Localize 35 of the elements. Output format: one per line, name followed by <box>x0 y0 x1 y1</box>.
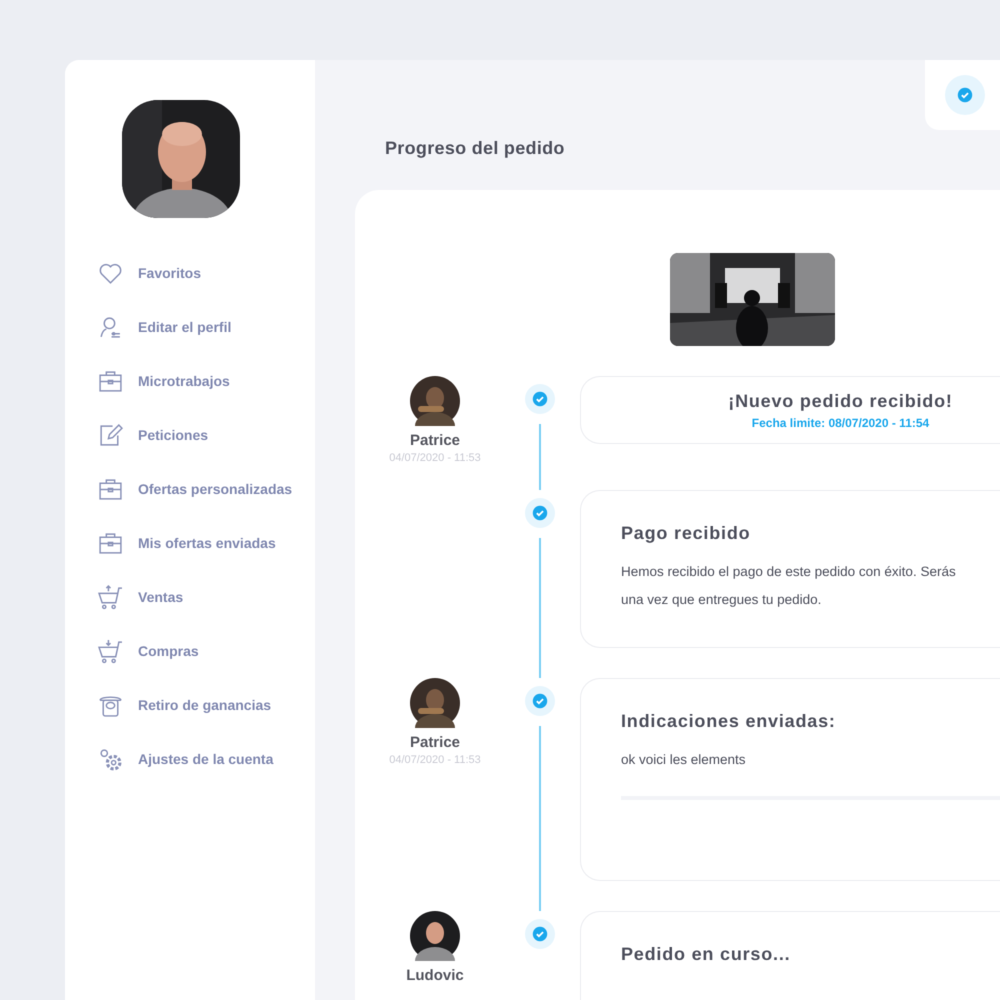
edit-icon <box>98 422 123 448</box>
message-text: Hemos recibido el pago de este pedido con éxito. Serás <box>621 563 957 581</box>
gears-icon <box>98 746 123 772</box>
check-icon <box>525 498 555 528</box>
menu-item[interactable]: Compras <box>98 624 292 678</box>
menu-item[interactable]: Peticiones <box>98 408 292 462</box>
cart-icon <box>98 584 123 610</box>
event-title: Pedido en curso... <box>621 944 792 965</box>
page-title: Progreso del pedido <box>385 138 566 160</box>
menu-item[interactable]: Editar el perfil <box>98 300 292 354</box>
menu-item[interactable]: Mis ofertas enviadas <box>98 516 292 570</box>
check-icon <box>525 919 555 949</box>
author-name: Patrice <box>410 734 460 751</box>
menu-item[interactable]: Retiro de ganancias <box>98 678 292 732</box>
event-title: ¡Nuevo pedido recibido! <box>728 390 953 412</box>
check-icon <box>525 384 555 414</box>
menu-item[interactable]: Ventas <box>98 570 292 624</box>
deadline-text: Fecha limite: 08/07/2020 - 11:54 <box>752 416 930 430</box>
briefcase-icon <box>98 368 123 394</box>
message-text: ok voici les elements <box>621 751 747 769</box>
event-title: Indicaciones enviadas: <box>621 711 837 732</box>
user-icon <box>98 314 123 340</box>
menu-item[interactable]: Ofertas personalizadas <box>98 462 292 516</box>
briefcase-icon <box>98 530 123 556</box>
event-title: Pago recibido <box>621 523 752 544</box>
briefcase-icon <box>98 476 123 502</box>
author-name: Ludovic <box>406 967 464 984</box>
menu-item[interactable]: Favoritos <box>98 246 292 300</box>
message-text: una vez que entregues tu pedido. <box>621 591 822 609</box>
menu-item[interactable]: Microtrabajos <box>98 354 292 408</box>
check-icon <box>945 75 985 115</box>
check-icon <box>525 686 555 716</box>
author-name: Patrice <box>410 432 460 449</box>
cart-icon <box>98 638 123 664</box>
menu-item[interactable]: Ajustes de la cuenta <box>98 732 292 786</box>
